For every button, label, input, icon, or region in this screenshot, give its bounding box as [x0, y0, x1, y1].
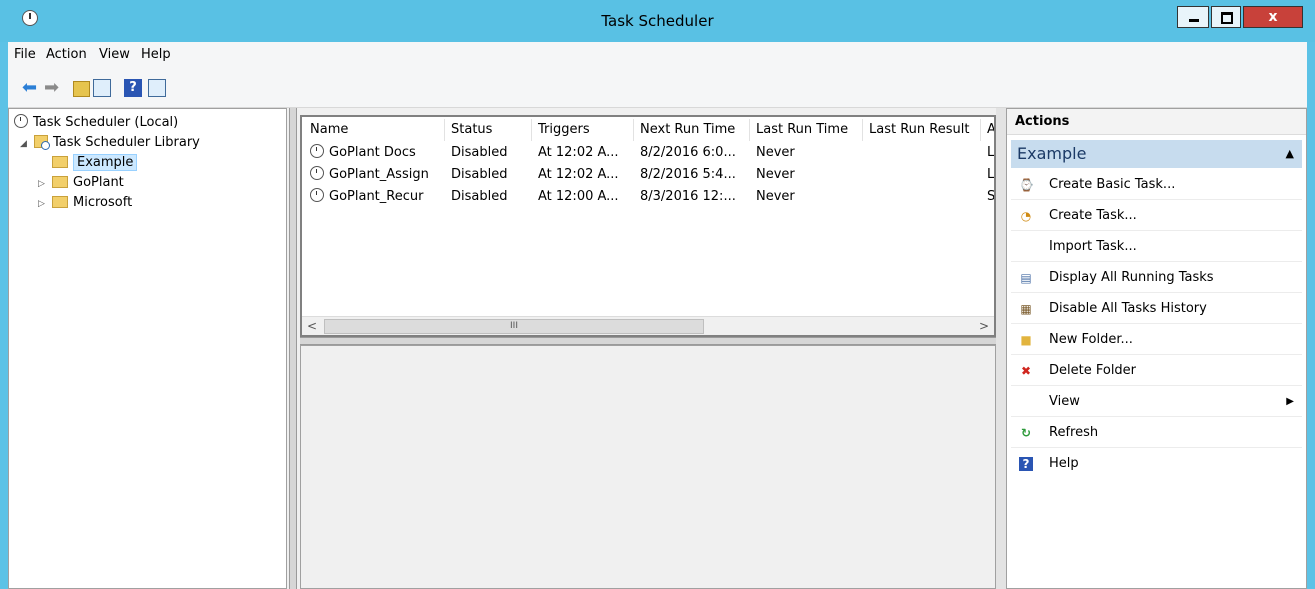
- task-triggers-cell: At 12:00 A...: [538, 189, 619, 204]
- column-header-status[interactable]: Status: [445, 119, 532, 141]
- task-last-run-cell: Never: [756, 167, 795, 182]
- running-tasks-icon: ▤: [1020, 271, 1032, 285]
- tree-item-example[interactable]: Example: [52, 153, 138, 173]
- task-clock-icon: [310, 166, 324, 180]
- minimize-button[interactable]: [1177, 6, 1209, 28]
- action-view[interactable]: View ▶: [1011, 387, 1302, 417]
- action-create-basic-task[interactable]: ⌚ Create Basic Task...: [1011, 170, 1302, 200]
- tree-item-label: GoPlant: [73, 175, 124, 190]
- action-create-task[interactable]: ◔ Create Task...: [1011, 201, 1302, 231]
- help-icon[interactable]: ?: [124, 79, 142, 97]
- task-clock-icon: [310, 144, 324, 158]
- action-delete-folder[interactable]: ✖ Delete Folder: [1011, 356, 1302, 386]
- task-triggers-cell: At 12:02 A...: [538, 167, 619, 182]
- action-help[interactable]: ? Help: [1011, 449, 1302, 479]
- column-header-triggers[interactable]: Triggers: [532, 119, 634, 141]
- create-task-icon: ◔: [1020, 209, 1032, 223]
- task-detail-pane: [300, 345, 996, 589]
- action-display-running-tasks[interactable]: ▤ Display All Running Tasks: [1011, 263, 1302, 293]
- task-scheduler-window: Task Scheduler x File Action View Help ⬅…: [0, 0, 1315, 589]
- tree-item-label: Task Scheduler Library: [53, 135, 200, 150]
- menu-action[interactable]: Action: [46, 47, 87, 62]
- tree-item-label: Task Scheduler (Local): [33, 115, 179, 130]
- horizontal-scrollbar[interactable]: < III >: [302, 316, 994, 335]
- actions-section-title: Example: [1017, 144, 1087, 163]
- tree-item-label: Example: [73, 154, 138, 171]
- column-header-last-run-time[interactable]: Last Run Time: [750, 119, 863, 141]
- action-refresh[interactable]: ↻ Refresh: [1011, 418, 1302, 448]
- task-triggers-cell: At 12:02 A...: [538, 145, 619, 160]
- forward-arrow-icon[interactable]: ➡: [44, 79, 62, 97]
- task-name-cell: GoPlant_Assign: [304, 164, 445, 186]
- show-hide-console-tree-icon[interactable]: [93, 79, 111, 97]
- new-folder-icon: ■: [1020, 333, 1032, 347]
- tree-item-root[interactable]: Task Scheduler (Local): [14, 113, 178, 133]
- library-folder-icon: [34, 135, 50, 150]
- refresh-icon: ↻: [1020, 426, 1032, 440]
- show-hide-action-pane-icon[interactable]: [148, 79, 166, 97]
- task-overflow-cell: L: [987, 167, 994, 182]
- task-last-run-cell: Never: [756, 189, 795, 204]
- actions-header: Actions: [1007, 109, 1306, 135]
- tasks-history-icon: ▦: [1020, 302, 1032, 316]
- task-status-cell: Disabled: [451, 167, 508, 182]
- clock-icon: [14, 114, 28, 128]
- submenu-arrow-icon: ▶: [1286, 396, 1294, 407]
- task-name-cell: GoPlant Docs: [304, 142, 445, 164]
- client-area: File Action View Help ⬅ ➡ ? Task Schedul…: [8, 42, 1307, 589]
- task-overflow-cell: S: [987, 189, 994, 204]
- scroll-left-icon[interactable]: <: [304, 318, 320, 334]
- scroll-right-icon[interactable]: >: [976, 318, 992, 334]
- help-icon: ?: [1019, 457, 1033, 471]
- column-header-last-run-result[interactable]: Last Run Result: [863, 119, 981, 141]
- task-status-cell: Disabled: [451, 189, 508, 204]
- tree-item-microsoft[interactable]: ▷ Microsoft: [38, 193, 132, 213]
- tree-item-label: Microsoft: [73, 195, 133, 210]
- back-arrow-icon[interactable]: ⬅: [22, 79, 40, 97]
- vertical-splitter[interactable]: [289, 108, 297, 589]
- actions-pane: Actions Example ▲ ⌚ Create Basic Task...…: [1006, 108, 1307, 589]
- collapse-up-icon[interactable]: ▲: [1286, 140, 1294, 168]
- close-button[interactable]: x: [1243, 6, 1303, 28]
- column-header-next-run-time[interactable]: Next Run Time: [634, 119, 750, 141]
- task-list: Name Status Triggers Next Run Time Last …: [300, 115, 996, 337]
- up-folder-icon[interactable]: [73, 81, 90, 97]
- task-next-run-cell: 8/3/2016 12:...: [640, 189, 736, 204]
- window-title: Task Scheduler: [601, 12, 714, 30]
- task-next-run-cell: 8/2/2016 5:4...: [640, 167, 736, 182]
- task-clock-icon: [310, 188, 324, 202]
- menu-help[interactable]: Help: [141, 47, 171, 62]
- folder-icon: [52, 176, 68, 188]
- action-new-folder[interactable]: ■ New Folder...: [1011, 325, 1302, 355]
- menu-view[interactable]: View: [99, 47, 130, 62]
- console-tree: Task Scheduler (Local) ◢ Task Scheduler L…: [8, 108, 287, 589]
- tree-item-library[interactable]: ◢ Task Scheduler Library: [20, 133, 200, 153]
- maximize-button[interactable]: [1211, 6, 1241, 28]
- toolbar: ⬅ ➡ ?: [8, 66, 1307, 108]
- menu-bar: File Action View Help: [8, 42, 1307, 66]
- action-disable-tasks-history[interactable]: ▦ Disable All Tasks History: [1011, 294, 1302, 324]
- action-import-task[interactable]: Import Task...: [1011, 232, 1302, 262]
- tree-item-goplant[interactable]: ▷ GoPlant: [38, 173, 124, 193]
- scroll-thumb[interactable]: III: [324, 319, 704, 334]
- actions-splitter[interactable]: [996, 108, 1006, 589]
- expanded-arrow-icon[interactable]: ◢: [20, 134, 32, 154]
- folder-icon: [52, 196, 68, 208]
- task-last-run-cell: Never: [756, 145, 795, 160]
- folder-icon: [52, 156, 68, 168]
- task-next-run-cell: 8/2/2016 6:0...: [640, 145, 736, 160]
- title-bar[interactable]: Task Scheduler x: [0, 0, 1315, 42]
- task-overflow-cell: L: [987, 145, 994, 160]
- menu-file[interactable]: File: [14, 47, 36, 62]
- create-basic-task-icon: ⌚: [1019, 178, 1034, 192]
- collapsed-arrow-icon[interactable]: ▷: [38, 194, 50, 214]
- task-status-cell: Disabled: [451, 145, 508, 160]
- actions-section-example[interactable]: Example ▲: [1011, 140, 1302, 168]
- column-header-name[interactable]: Name: [304, 119, 445, 141]
- column-header-author[interactable]: A: [981, 119, 994, 141]
- collapsed-arrow-icon[interactable]: ▷: [38, 174, 50, 194]
- delete-icon: ✖: [1020, 364, 1032, 378]
- task-name-cell: GoPlant_Recur: [304, 186, 445, 208]
- horizontal-splitter[interactable]: [300, 337, 996, 345]
